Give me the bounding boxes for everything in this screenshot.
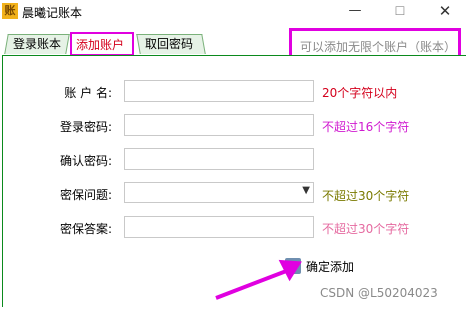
title-bar: 账 晨曦记账本 — ☐ ✕ — [0, 0, 468, 24]
account-name-input[interactable] — [124, 80, 314, 102]
note-text: 可以添加无限个账户（账本） — [300, 40, 457, 54]
security-question-hint: 不超过30个字符 — [322, 189, 410, 203]
security-answer-hint: 不超过30个字符 — [322, 222, 410, 236]
confirm-password-input[interactable] — [124, 148, 314, 170]
chevron-down-icon: ▼ — [302, 185, 310, 196]
account-name-hint: 20个字符以内 — [322, 86, 398, 100]
tab-retrieve-password[interactable]: 取回密码 — [136, 34, 206, 54]
security-answer-input[interactable] — [124, 216, 314, 238]
tab-label: 登录账本 — [13, 37, 62, 51]
confirm-password-label: 确认密码: — [59, 154, 112, 168]
tab-login-ledger[interactable]: 登录账本 — [4, 34, 70, 54]
password-hint: 不超过16个字符 — [322, 120, 410, 134]
maximize-button[interactable]: ☐ — [385, 2, 415, 20]
password-label: 登录密码: — [59, 120, 112, 134]
security-question-label: 密保问题: — [59, 188, 112, 202]
tab-add-account[interactable]: 添加账户 — [70, 32, 134, 56]
security-answer-label: 密保答案: — [59, 222, 112, 236]
security-question-select[interactable]: ▼ — [124, 182, 314, 203]
tab-label: 添加账户 — [76, 38, 125, 52]
app-icon: 账 — [2, 3, 18, 19]
password-input[interactable] — [124, 114, 314, 136]
minimize-button[interactable]: — — [340, 2, 370, 20]
window-title: 晨曦记账本 — [22, 6, 83, 20]
confirm-add-label: 确定添加 — [306, 260, 355, 274]
tab-label: 取回密码 — [145, 37, 194, 51]
close-button[interactable]: ✕ — [430, 2, 460, 20]
account-name-label: 账 户 名: — [64, 86, 112, 100]
watermark: CSDN @L50204023 — [320, 286, 438, 300]
